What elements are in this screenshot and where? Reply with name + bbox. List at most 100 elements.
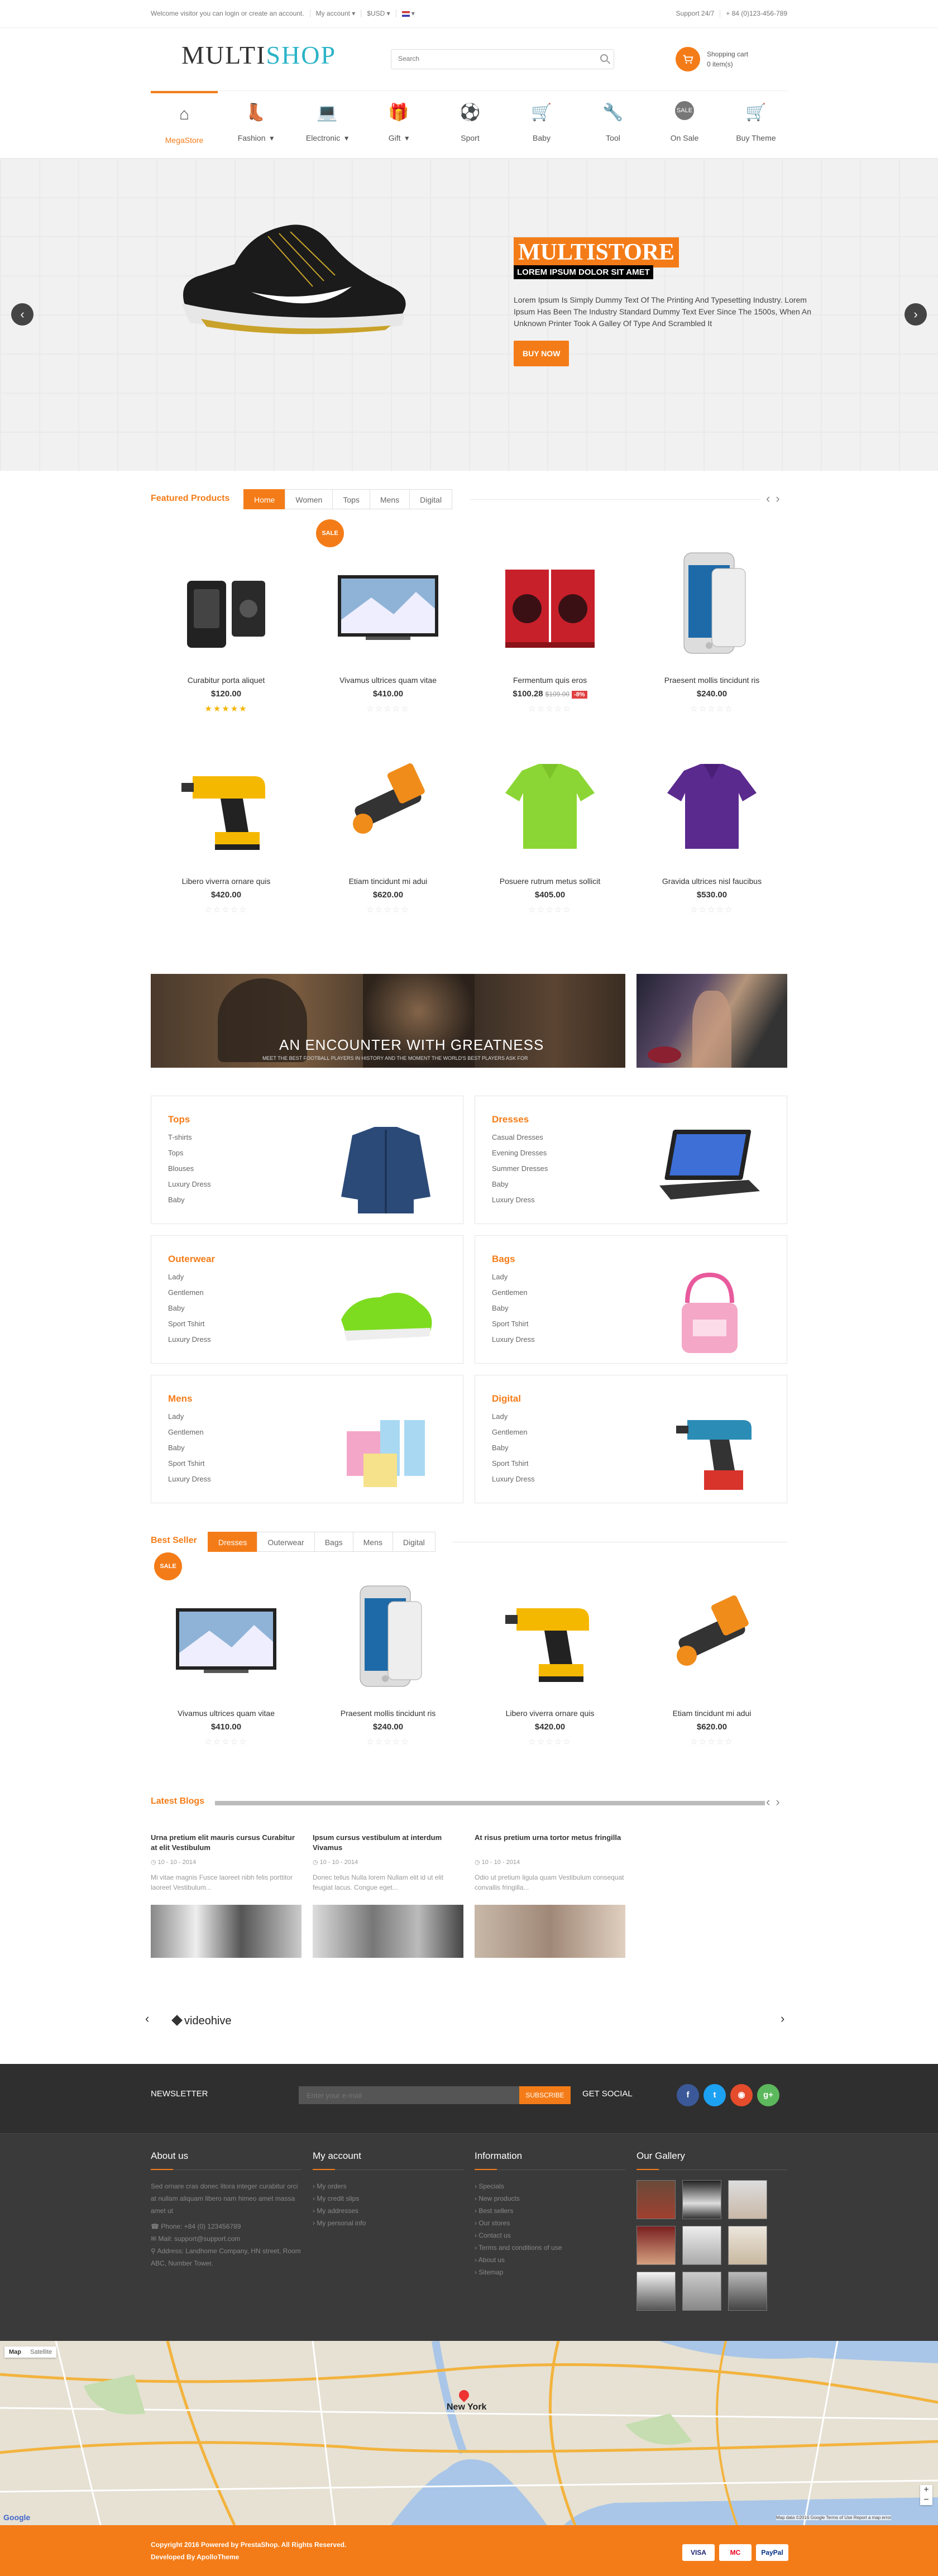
footer-link[interactable]: › Our stores <box>475 2217 625 2229</box>
product-name[interactable]: Praesent mollis tincidunt ris <box>313 1709 463 1718</box>
currency-dropdown[interactable]: $USD ▾ <box>361 9 396 17</box>
product-name[interactable]: Vivamus ultrices quam vitae <box>151 1709 302 1718</box>
cart-icon[interactable] <box>676 47 700 71</box>
product-name[interactable]: Etiam tincidunt mi adui <box>313 877 463 886</box>
footer-link[interactable]: › New products <box>475 2192 625 2205</box>
gallery-image[interactable] <box>636 2180 676 2219</box>
tab-mens[interactable]: Mens <box>352 1532 393 1552</box>
category-link[interactable]: Lady <box>168 1409 211 1425</box>
nav-item-on-sale[interactable]: SALE On Sale <box>651 91 718 152</box>
tab-bags[interactable]: Bags <box>314 1532 353 1552</box>
footer-link[interactable]: › Terms and conditions of use <box>475 2242 625 2254</box>
product-image[interactable] <box>170 1580 282 1692</box>
tab-digital[interactable]: Digital <box>392 1532 436 1552</box>
product-card[interactable]: Vivamus ultrices quam vitae $410.00 ☆☆☆☆☆ <box>313 536 463 726</box>
gallery-image[interactable] <box>728 2180 767 2219</box>
product-name[interactable]: Etiam tincidunt mi adui <box>636 1709 787 1718</box>
product-image[interactable] <box>170 748 282 860</box>
category-link[interactable]: Luxury Dress <box>492 1192 548 1208</box>
nav-item-tool[interactable]: 🔧 Tool <box>580 91 647 152</box>
gallery-image[interactable] <box>682 2226 721 2265</box>
category-link[interactable]: Gentlemen <box>168 1285 211 1301</box>
category-link[interactable]: Luxury Dress <box>168 1471 211 1487</box>
tab-mens[interactable]: Mens <box>369 489 410 509</box>
category-link[interactable]: Baby <box>168 1192 211 1208</box>
gallery-image[interactable] <box>682 2272 721 2311</box>
footer-link[interactable]: › My personal info <box>313 2217 463 2229</box>
next-arrow-icon[interactable]: › <box>776 491 779 506</box>
product-card[interactable]: Libero viverra ornare quis $420.00 ☆☆☆☆☆ <box>151 737 302 927</box>
gallery-image[interactable] <box>636 2272 676 2311</box>
tab-home[interactable]: Home <box>243 489 286 509</box>
footer-link[interactable]: › About us <box>475 2254 625 2266</box>
product-card[interactable]: Etiam tincidunt mi adui $620.00 ☆☆☆☆☆ <box>313 737 463 927</box>
search-icon[interactable] <box>600 54 608 62</box>
blog-image[interactable] <box>313 1905 463 1958</box>
blog-image[interactable] <box>151 1905 302 1958</box>
category-link[interactable]: Baby <box>492 1440 535 1456</box>
category-link[interactable]: Gentlemen <box>492 1425 535 1440</box>
footer-link[interactable]: › My orders <box>313 2180 463 2192</box>
gallery-image[interactable] <box>728 2272 767 2311</box>
category-image[interactable] <box>330 1253 442 1347</box>
product-image[interactable] <box>332 1580 444 1692</box>
facebook-icon[interactable]: f <box>677 2084 699 2106</box>
next-arrow-icon[interactable]: › <box>776 1795 779 1809</box>
category-link[interactable]: Evening Dresses <box>492 1145 548 1161</box>
blog-title[interactable]: At risus pretium urna tortor metus fring… <box>475 1833 625 1853</box>
category-link[interactable]: Sport Tshirt <box>492 1316 535 1332</box>
category-link[interactable]: Luxury Dress <box>168 1332 211 1347</box>
category-link[interactable]: Baby <box>168 1301 211 1316</box>
nav-item-fashion[interactable]: 👢 Fashion ▾ <box>222 91 289 152</box>
tab-dresses[interactable]: Dresses <box>208 1532 258 1552</box>
zoom-in-button[interactable]: + <box>920 2485 932 2495</box>
product-image[interactable] <box>656 547 768 659</box>
language-dropdown[interactable]: ▾ <box>396 9 420 17</box>
product-name[interactable]: Libero viverra ornare quis <box>151 877 302 886</box>
footer-link[interactable]: › Specials <box>475 2180 625 2192</box>
product-image[interactable] <box>170 547 282 659</box>
tab-outerwear[interactable]: Outerwear <box>257 1532 315 1552</box>
category-link[interactable]: Luxury Dress <box>168 1177 211 1192</box>
category-image[interactable] <box>330 1392 442 1487</box>
map-tab[interactable]: Map <box>4 2346 26 2358</box>
gallery-image[interactable] <box>728 2226 767 2265</box>
satellite-tab[interactable]: Satellite <box>26 2346 56 2358</box>
newsletter-email-input[interactable] <box>299 2086 519 2104</box>
product-card[interactable]: Posuere rutrum metus sollicit $405.00 ☆☆☆☆… <box>475 737 625 927</box>
product-card[interactable]: Etiam tincidunt mi adui $620.00 ☆☆☆☆☆ <box>636 1569 787 1759</box>
zoom-out-button[interactable]: − <box>920 2495 932 2505</box>
encounter-banner[interactable]: AN ENCOUNTER WITH GREATNESS MEET THE BES… <box>151 974 625 1068</box>
category-link[interactable]: Lady <box>492 1409 535 1425</box>
nav-item-buy-theme[interactable]: 🛒 Buy Theme <box>722 91 789 152</box>
category-link[interactable]: Gentlemen <box>492 1285 535 1301</box>
footer-link[interactable]: › Sitemap <box>475 2266 625 2278</box>
nav-item-megastore[interactable]: ⌂ MegaStore <box>151 91 218 152</box>
category-link[interactable]: Lady <box>492 1269 535 1285</box>
product-card[interactable]: Libero viverra ornare quis $420.00 ☆☆☆☆☆ <box>475 1569 625 1759</box>
footer-link[interactable]: › My credit slips <box>313 2192 463 2205</box>
twitter-icon[interactable]: t <box>704 2084 726 2106</box>
category-image[interactable] <box>654 1392 765 1490</box>
product-card[interactable]: Curabitur porta aliquet $120.00 ★★★★★ <box>151 536 302 726</box>
product-image[interactable] <box>494 748 606 860</box>
gallery-image[interactable] <box>682 2180 721 2219</box>
product-image[interactable] <box>494 547 606 659</box>
nav-item-sport[interactable]: ⚽ Sport <box>437 91 504 152</box>
category-link[interactable]: Baby <box>168 1440 211 1456</box>
blog-title[interactable]: Ipsum cursus vestibulum at interdum Viva… <box>313 1833 463 1853</box>
tab-women[interactable]: Women <box>285 489 333 509</box>
category-link[interactable]: Sport Tshirt <box>168 1316 211 1332</box>
brand-next-button[interactable]: › <box>781 2011 784 2026</box>
category-link[interactable]: Luxury Dress <box>492 1332 535 1347</box>
product-card[interactable]: Vivamus ultrices quam vitae $410.00 ☆☆☆☆☆ <box>151 1569 302 1759</box>
category-title[interactable]: Tops <box>168 1114 190 1125</box>
fashion-banner[interactable] <box>636 974 787 1068</box>
product-image[interactable] <box>332 547 444 659</box>
product-image[interactable] <box>656 748 768 860</box>
category-link[interactable]: T-shirts <box>168 1130 211 1145</box>
category-link[interactable]: Casual Dresses <box>492 1130 548 1145</box>
slider-prev-button[interactable]: ‹ <box>11 303 34 326</box>
prev-arrow-icon[interactable]: ‹ <box>766 491 770 506</box>
footer-link[interactable]: › Best sellers <box>475 2205 625 2217</box>
